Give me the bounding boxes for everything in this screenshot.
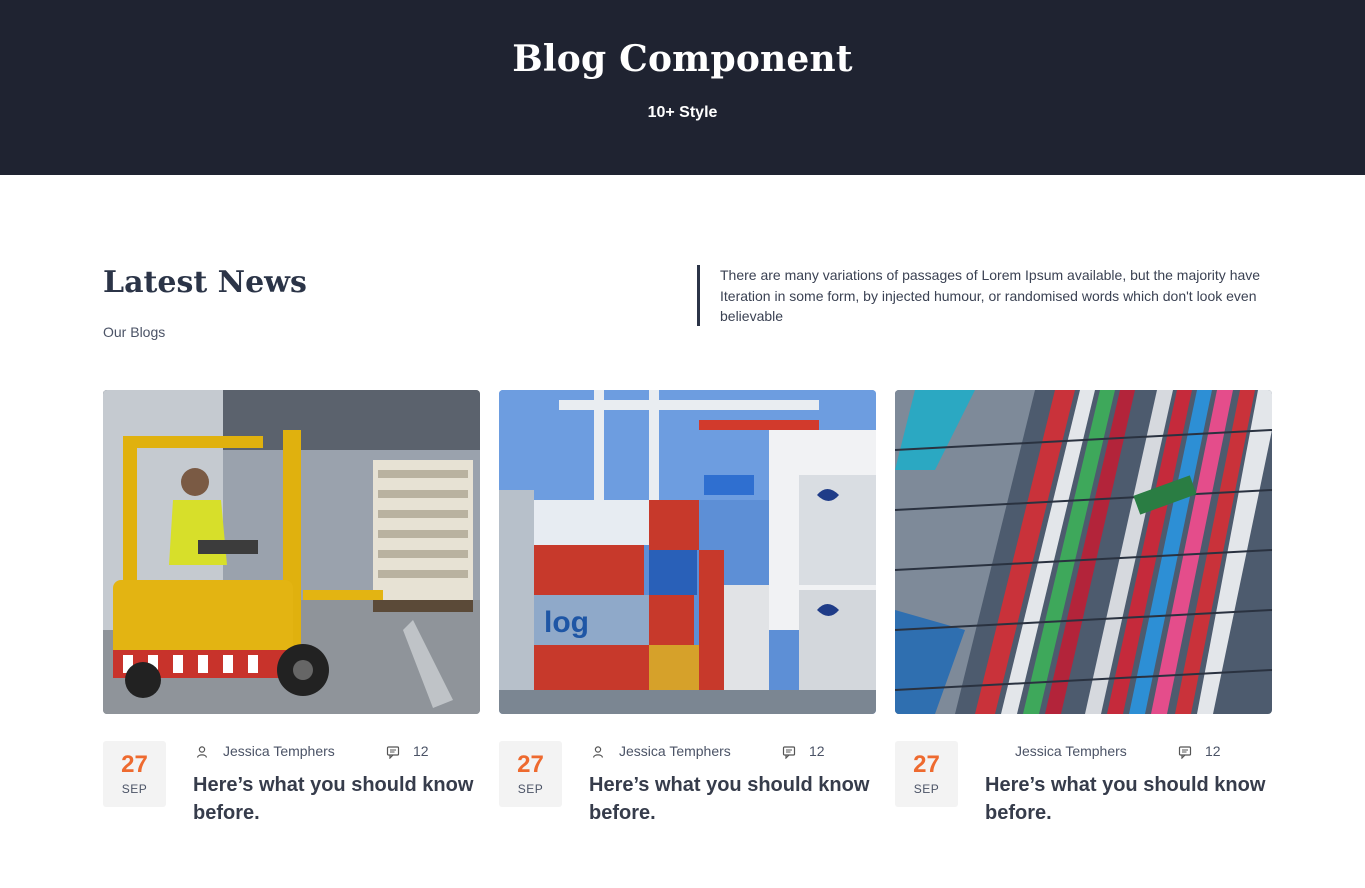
svg-text:log: log <box>544 606 589 639</box>
blog-card-image[interactable] <box>103 390 480 714</box>
post-date-day: 27 <box>913 751 940 778</box>
post-author[interactable]: Jessica Temphers <box>223 743 335 759</box>
post-date-day: 27 <box>121 751 148 778</box>
post-date: 27 SEP <box>895 741 958 807</box>
hero-title: Blog Component <box>512 38 853 80</box>
post-meta: Jessica Temphers 12 <box>589 743 876 761</box>
user-icon <box>196 746 208 758</box>
post-date: 27 SEP <box>499 741 562 807</box>
post-author[interactable]: Jessica Temphers <box>619 743 731 759</box>
comment-icon <box>386 746 400 759</box>
post-title-link[interactable]: Here’s what you should know before. <box>985 771 1272 827</box>
blog-card: 27 SEP Jessica Temphers 12 Here’s what y… <box>895 390 1272 830</box>
post-author[interactable]: Jessica Temphers <box>1015 743 1127 759</box>
post-comment-count: 12 <box>413 743 429 759</box>
post-meta: Jessica Temphers 12 <box>985 743 1272 761</box>
post-date-day: 27 <box>517 751 544 778</box>
shipping-containers-photo: log <box>499 390 876 714</box>
section-title: Latest News <box>103 265 307 300</box>
blog-card-image[interactable]: log <box>499 390 876 714</box>
post-title-link[interactable]: Here’s what you should know before. <box>193 771 480 827</box>
post-title-link[interactable]: Here’s what you should know before. <box>589 771 876 827</box>
post-date-month: SEP <box>913 782 940 796</box>
hero-banner: Blog Component 10+ Style <box>0 0 1365 175</box>
post-date-month: SEP <box>121 782 148 796</box>
blog-card-image[interactable] <box>895 390 1272 714</box>
post-comment-count: 12 <box>1205 743 1221 759</box>
post-date-month: SEP <box>517 782 544 796</box>
section-subtitle: Our Blogs <box>103 324 166 340</box>
hero-subtitle: 10+ Style <box>647 104 718 121</box>
section-intro-text: There are many variations of passages of… <box>697 265 1277 326</box>
aerial-container-port-photo <box>895 390 1272 714</box>
post-comment-count: 12 <box>809 743 825 759</box>
comment-icon <box>782 746 796 759</box>
blog-card: log 27 SEP Jessica Temphers 12 Here’s wh… <box>499 390 876 830</box>
blog-card: 27 SEP Jessica Temphers 12 Here’s what y… <box>103 390 480 830</box>
post-date: 27 SEP <box>103 741 166 807</box>
comment-icon <box>1178 746 1192 759</box>
post-meta: Jessica Temphers 12 <box>193 743 480 761</box>
user-icon <box>592 746 604 758</box>
forklift-warehouse-photo <box>103 390 480 714</box>
